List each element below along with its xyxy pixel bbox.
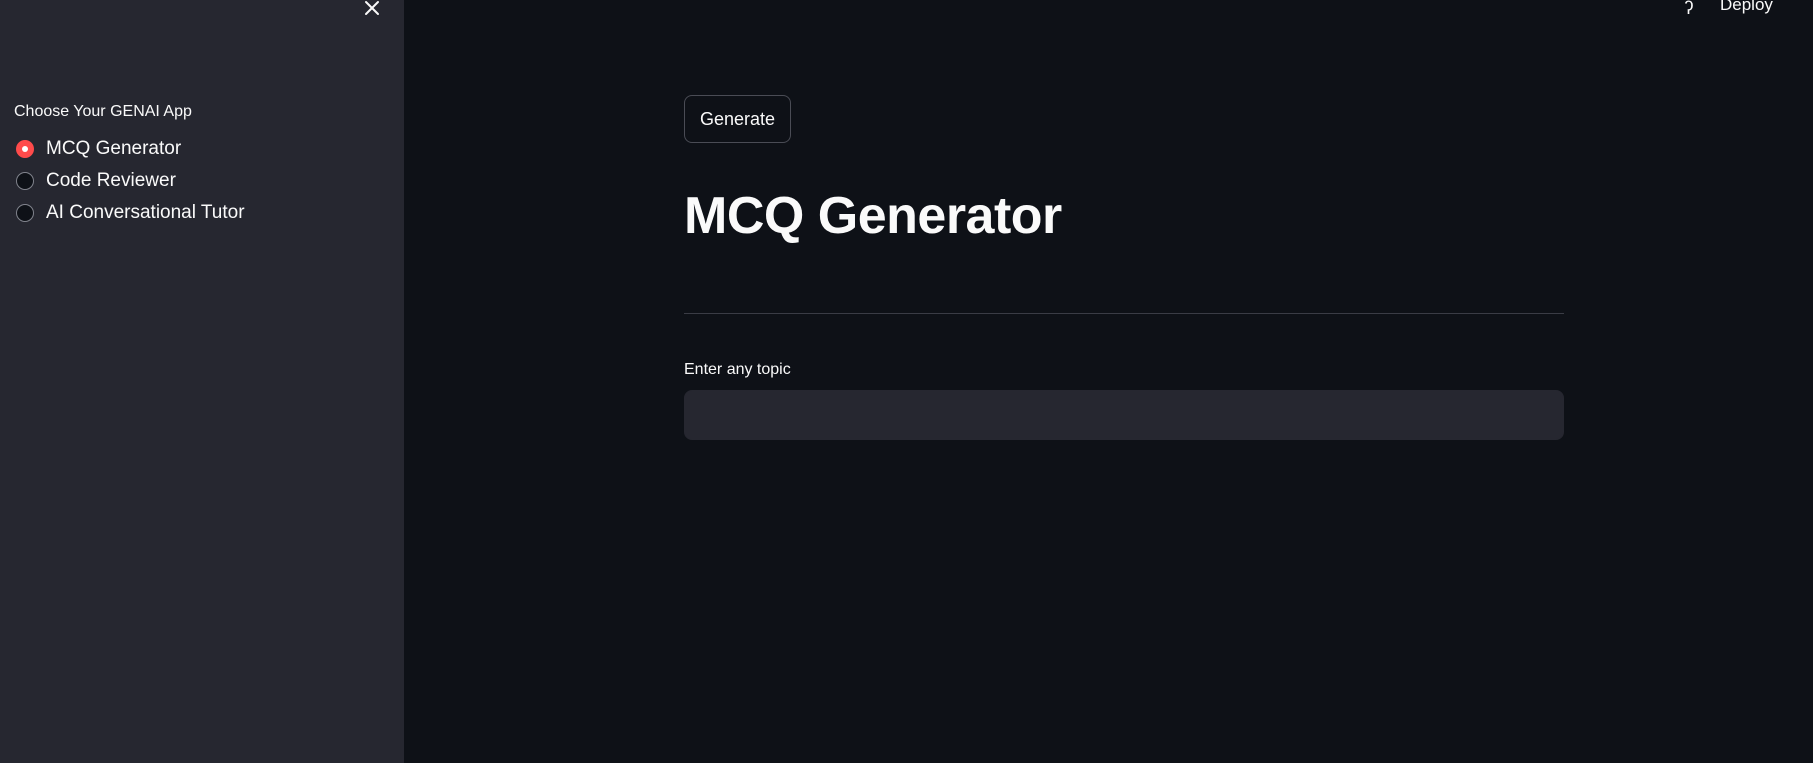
close-sidebar-button[interactable]	[362, 0, 386, 20]
topic-input-label: Enter any topic	[684, 361, 791, 378]
topic-input[interactable]	[684, 390, 1564, 440]
help-icon[interactable]: ʔ	[1680, 0, 1698, 18]
radio-option-label: AI Conversational Tutor	[46, 202, 245, 223]
radio-option-ai-conversational-tutor[interactable]: AI Conversational Tutor	[16, 201, 245, 225]
radio-option-label: Code Reviewer	[46, 170, 176, 191]
sidebar: Choose Your GENAI App MCQ Generator Code…	[0, 0, 404, 763]
page-title: MCQ Generator	[684, 187, 1062, 245]
radio-group-label: Choose Your GENAI App	[14, 103, 192, 120]
radio-option-mcq-generator[interactable]: MCQ Generator	[16, 137, 181, 161]
divider	[684, 313, 1564, 314]
radio-option-label: MCQ Generator	[46, 138, 182, 159]
radio-button-selected[interactable]	[16, 140, 34, 158]
radio-button[interactable]	[16, 204, 34, 222]
radio-button[interactable]	[16, 172, 34, 190]
close-icon	[362, 0, 386, 20]
radio-option-code-reviewer[interactable]: Code Reviewer	[16, 169, 176, 193]
app-window: Choose Your GENAI App MCQ Generator Code…	[0, 0, 1813, 763]
generate-button[interactable]: Generate	[684, 95, 791, 143]
deploy-button[interactable]: Deploy	[1720, 0, 1773, 19]
